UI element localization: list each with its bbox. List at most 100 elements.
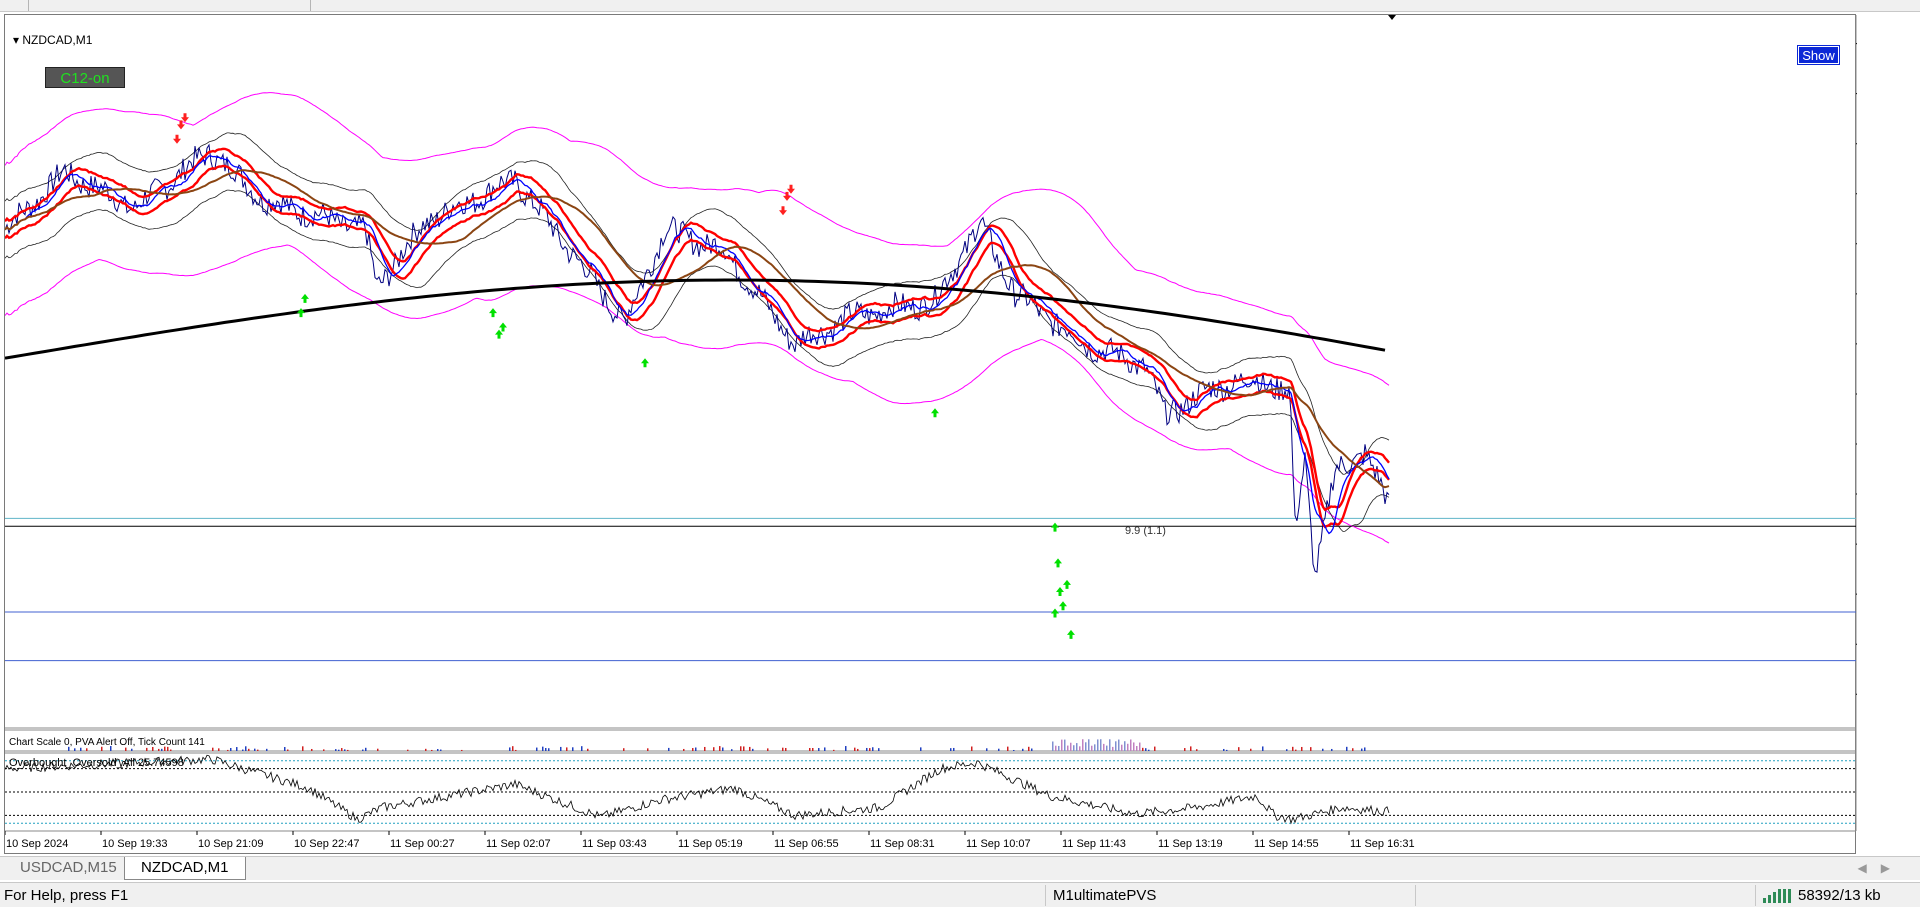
buy-arrow-icon <box>489 308 497 318</box>
volume-bar <box>857 748 859 751</box>
volume-bar <box>1067 745 1069 751</box>
blue-ma-line <box>5 155 1390 535</box>
volume-bar <box>749 746 751 751</box>
volume-bar <box>245 746 247 751</box>
volume-bar <box>1130 739 1132 751</box>
volume-bar <box>1076 743 1078 751</box>
volume-bar <box>695 747 697 751</box>
volume-bar <box>782 747 784 751</box>
toolbar-separator <box>310 0 311 11</box>
tab-nzdcad-m1[interactable]: NZDCAD,M1 <box>124 857 246 880</box>
volume-bar <box>347 749 349 751</box>
volume-bar <box>74 748 76 751</box>
volume-bar <box>1184 748 1186 751</box>
volume-bar <box>998 748 1000 751</box>
sell-arrow-icon <box>779 206 787 216</box>
volume-bar <box>1121 744 1123 751</box>
time-axis-label: 11 Sep 11:43 <box>1062 838 1126 850</box>
shift-marker-icon <box>1388 15 1396 20</box>
volume-bar <box>431 749 433 751</box>
volume-bar <box>1190 746 1192 751</box>
volume-bar <box>1223 748 1225 751</box>
volume-bar <box>311 748 313 751</box>
chart-window[interactable]: 0.839200.838500.837800.837100.836400.835… <box>4 14 1857 855</box>
c12-toggle-button[interactable]: C12-on <box>45 67 125 88</box>
volume-bar <box>623 748 625 751</box>
volume-bar <box>1097 739 1099 751</box>
time-axis-label: 10 Sep 19:33 <box>102 838 167 850</box>
volume-bar <box>866 747 868 751</box>
volume-bar <box>248 748 250 751</box>
time-axis-label: 11 Sep 05:19 <box>678 838 743 850</box>
volume-bar <box>437 749 439 751</box>
volume-bar <box>167 746 169 751</box>
time-axis-label: 11 Sep 10:07 <box>966 838 1031 850</box>
buy-arrow-icon <box>1063 579 1071 589</box>
volume-bar <box>1073 745 1075 751</box>
volume-bar <box>722 747 724 751</box>
volume-bar <box>86 748 88 751</box>
volume-bar <box>572 747 574 751</box>
volume-bar <box>1310 747 1312 751</box>
volume-bar <box>257 749 259 751</box>
upper-envelope-line <box>5 132 1390 475</box>
status-bar: For Help, press F1 M1ultimatePVS 58392/1… <box>0 882 1920 907</box>
volume-bar <box>950 748 952 751</box>
volume-bar <box>509 747 511 751</box>
volume-bar <box>1346 746 1348 751</box>
volume-bar <box>377 748 379 751</box>
volume-bar <box>1022 748 1024 751</box>
status-help: For Help, press F1 <box>4 887 129 904</box>
volume-bar <box>812 747 814 751</box>
status-profile[interactable]: M1ultimatePVS <box>1053 887 1156 904</box>
volume-bar <box>1079 746 1081 751</box>
upper-band-line <box>5 92 1390 386</box>
volume-bar <box>1028 746 1030 751</box>
chart-tabs: USDCAD,M15 NZDCAD,M1 ◀▶ <box>0 856 1920 880</box>
volume-bar <box>1361 748 1363 751</box>
red-ma-upper-line <box>5 147 1390 512</box>
time-axis-label: 11 Sep 14:55 <box>1254 838 1319 850</box>
volume-bar <box>1106 745 1108 751</box>
brown-ma-line <box>5 169 1390 489</box>
volume-bar <box>1082 739 1084 751</box>
tab-scroll-arrows[interactable]: ◀▶ <box>1858 861 1904 875</box>
tab-usdcad-m15[interactable]: USDCAD,M15 <box>4 857 134 880</box>
volume-bar <box>68 746 70 751</box>
volume-bar <box>512 746 514 751</box>
volume-bar <box>785 747 787 751</box>
volume-bar <box>1085 742 1087 751</box>
volume-bar <box>338 749 340 751</box>
buy-arrow-icon <box>1051 608 1059 618</box>
price-chart[interactable]: 0.839200.838500.837800.837100.836400.835… <box>5 15 1857 855</box>
oscillator-line <box>5 754 1390 825</box>
volume-bar <box>566 747 568 751</box>
volume-bar <box>284 747 286 751</box>
volume-bar <box>587 748 589 751</box>
volume-bar <box>1115 741 1117 751</box>
volume-bar <box>344 749 346 751</box>
sell-arrow-icon <box>173 134 181 144</box>
volume-bar <box>1100 739 1102 751</box>
show-button[interactable]: Show <box>1797 45 1840 65</box>
volume-bar <box>1238 747 1240 751</box>
volume-bar <box>704 746 706 751</box>
volume-bar <box>1055 745 1057 751</box>
volume-bar <box>1088 739 1090 751</box>
volume-bar <box>1031 748 1033 751</box>
volume-bar <box>287 749 289 751</box>
volume-bar <box>824 747 826 751</box>
volume-bar <box>266 748 268 751</box>
buy-arrow-icon <box>1067 629 1075 639</box>
volume-bar <box>170 749 172 751</box>
volume-bar <box>131 748 133 751</box>
volume-bar <box>254 748 256 751</box>
volume-bar <box>545 747 547 751</box>
volume-bar <box>743 746 745 751</box>
volume-bar <box>1061 739 1063 751</box>
volume-bar <box>212 747 214 751</box>
volume-bar <box>683 748 685 751</box>
status-separator <box>1415 885 1416 906</box>
volume-bar <box>542 746 544 751</box>
volume-bar <box>1070 742 1072 751</box>
